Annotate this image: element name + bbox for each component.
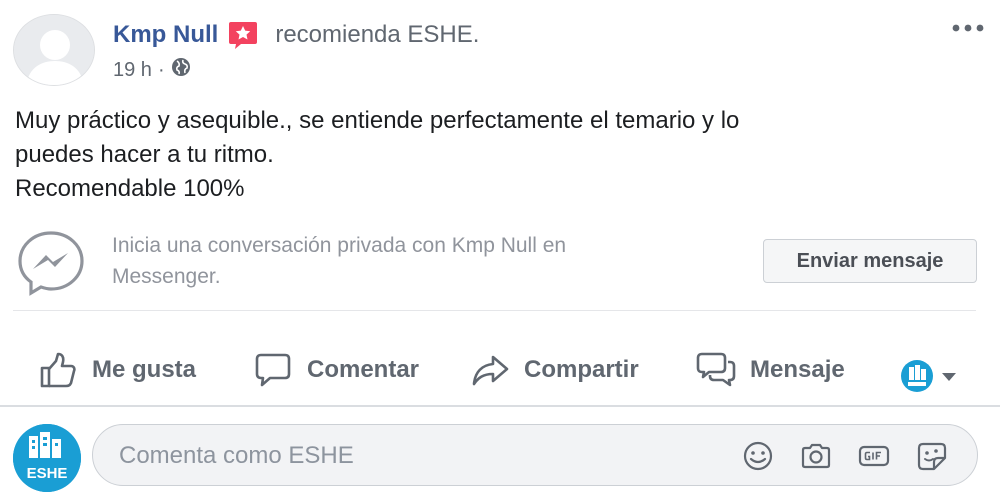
post-timestamp[interactable]: 19 h [113,59,152,82]
eshe-page-avatar-icon [901,360,933,392]
author-name-link[interactable]: Kmp Null [113,21,218,49]
comment-placeholder: Comenta como ESHE [119,442,354,469]
share-arrow-icon [472,355,509,386]
post-action-bar: Me gusta Comentar Compartir Mensaje [0,338,1000,400]
meta-separator: · [157,58,165,81]
page-avatar-text: ESHE [26,465,68,482]
chevron-down-icon [942,373,956,381]
post-body-line: puedes hacer a tu ritmo. [15,141,274,168]
thumbs-up-icon [40,352,76,388]
send-message-button[interactable]: Enviar mensaje [763,239,977,283]
share-label: Compartir [524,356,639,383]
sticker-icon[interactable] [915,440,949,472]
post-body-line: Recomendable 100% [15,175,245,202]
globe-icon[interactable] [171,57,191,83]
messenger-prompt-text: Inicia una conversación privada con Kmp … [112,230,712,292]
message-bubbles-icon [696,352,736,387]
comment-label: Comentar [307,356,420,383]
message-button[interactable]: Mensaje [696,348,845,392]
recommendation-star-icon [227,20,259,50]
review-post: Kmp Null recomienda ESHE. 19 h · Muy prá… [0,0,1000,500]
post-body: Muy práctico y asequible., se entiende p… [15,104,975,206]
camera-icon[interactable] [799,440,833,472]
messenger-prompt: Inicia una conversación privada con Kmp … [13,228,983,300]
commenter-page-avatar[interactable]: ESHE [13,424,81,492]
messenger-icon [15,228,87,298]
author-avatar[interactable] [13,14,95,86]
messenger-prompt-line: Inicia una conversación privada con Kmp … [112,234,567,257]
recommendation-text[interactable]: recomienda ESHE. [275,21,479,49]
divider [0,405,1000,407]
post-options-button[interactable] [946,14,990,42]
like-button[interactable]: Me gusta [38,348,196,392]
comment-composer: ESHE Comenta como ESHE [0,408,1000,500]
page-identity-selector[interactable] [901,354,959,398]
post-header: Kmp Null recomienda ESHE. [113,18,479,52]
comment-bubble-icon [255,353,291,387]
post-meta: 19 h · [113,57,191,83]
emoji-icon[interactable] [741,440,775,472]
messenger-prompt-line: Messenger. [112,265,221,288]
divider [13,310,976,311]
post-body-line: Muy práctico y asequible., se entiende p… [15,107,740,134]
gif-icon[interactable] [857,440,891,472]
comment-input[interactable]: Comenta como ESHE [92,424,978,486]
comment-button[interactable]: Comentar [253,348,419,392]
message-label: Mensaje [750,356,845,383]
share-button[interactable]: Compartir [470,348,639,392]
like-label: Me gusta [92,356,197,383]
